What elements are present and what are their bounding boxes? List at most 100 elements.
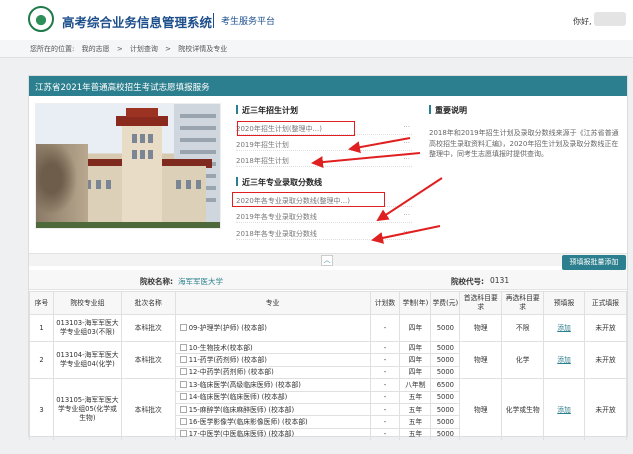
- formal-fill-status: 未开放: [584, 378, 627, 442]
- collapse-bar: ︿: [29, 253, 627, 266]
- major-cell: 17-中医学(中医临床医师) (校本部): [174, 427, 371, 442]
- more-icon: ···: [403, 228, 410, 236]
- tuition: 5000: [430, 314, 461, 342]
- tuition: 5000: [430, 390, 461, 404]
- chevron-up-icon[interactable]: ︿: [321, 255, 333, 266]
- column-header: 预填报: [543, 291, 586, 315]
- column-header: 再选科目要求: [501, 291, 545, 315]
- tuition: 6500: [430, 378, 461, 392]
- plan-count: -: [369, 427, 401, 442]
- column-header: 批次名称: [120, 291, 176, 315]
- breadcrumb: 您所在的位置: 我的志愿 > 计划查询 > 院校详情及专业: [0, 40, 633, 58]
- major-name: 13-临床医学(高级临床医师) (校本部): [188, 380, 301, 389]
- major-group: 013104-海军军医大学专业组04(化学): [52, 340, 122, 380]
- school-info-row: 院校名称: 海军军医大学 院校代号: 0131: [29, 270, 627, 290]
- more-icon: ···: [403, 155, 410, 163]
- panel-title: 江苏省2021年普通高校招生考试志愿填报服务: [29, 76, 627, 96]
- add-prefill-link[interactable]: 添加: [543, 378, 586, 442]
- major-checkbox[interactable]: [179, 368, 187, 376]
- main-panel: 江苏省2021年普通高校招生考试志愿填报服务 近三年招生计划 2020年招生计划…: [28, 75, 628, 442]
- annotation-box-score-2020: [232, 192, 385, 207]
- breadcrumb-my-wishes[interactable]: 我的志愿: [82, 45, 110, 53]
- score-link-2019-label[interactable]: 2019年各专业录取分数线: [236, 213, 317, 221]
- table-header-row: 序号 院校专业组 批次名称 专业 计划数 学制(年) 学费(元) 首选科目要求 …: [29, 291, 627, 315]
- table-row: 3 013105-海军军医大学专业组05(化学或生物) 本科批次 13-临床医学…: [29, 378, 627, 442]
- study-years: 五年: [399, 402, 432, 417]
- major-name: 14-临床医学(临床医师) (校本部): [188, 393, 288, 402]
- second-subject: 化学或生物: [501, 378, 545, 442]
- major-checkbox[interactable]: [179, 343, 187, 351]
- column-header: 序号: [29, 291, 54, 315]
- more-icon: ···: [403, 139, 410, 147]
- major-checkbox[interactable]: [179, 380, 187, 388]
- study-years: 四年: [399, 365, 432, 380]
- plan-link-2019-label[interactable]: 2019年招生计划: [236, 141, 289, 149]
- major-cell: 12-中药学(药剂师) (校本部): [174, 365, 371, 380]
- table-row: 1 013103-海军军医大学专业组03(不限) 本科批次 09-护理学(护师)…: [29, 314, 627, 342]
- batch-prefill-button[interactable]: 预填报批量添加: [562, 255, 626, 270]
- major-name: 11-药学(药剂师) (校本部): [188, 356, 267, 365]
- system-subtitle: 考生服务平台: [221, 17, 276, 27]
- study-years: 四年: [399, 340, 432, 355]
- major-checkbox[interactable]: [179, 430, 187, 438]
- tuition: 5000: [430, 427, 461, 442]
- major-cell: 14-临床医学(临床医师) (校本部): [174, 390, 371, 404]
- major-cell: 10-生物技术(校本部): [174, 340, 371, 355]
- major-cell: 16-医学影像学(临床影像医师) (校本部): [174, 415, 371, 429]
- user-greeting: 你好,: [573, 17, 592, 26]
- breadcrumb-current: 院校详情及专业: [178, 45, 228, 53]
- notice-text: 2018年和2019年招生计划及录取分数线来源于《江苏省普通高校招生录取资料汇编…: [429, 129, 619, 158]
- plan-count: -: [369, 353, 401, 367]
- system-title: 高考综合业务信息管理系统: [62, 15, 213, 30]
- first-subject: 物理: [459, 314, 503, 342]
- study-years: 五年: [399, 415, 432, 429]
- user-name-redacted[interactable]: [594, 12, 626, 26]
- plan-count: -: [369, 340, 401, 355]
- major-cell: 13-临床医学(高级临床医师) (校本部): [174, 378, 371, 392]
- tuition: 5000: [430, 353, 461, 367]
- major-checkbox[interactable]: [179, 356, 187, 364]
- major-checkbox[interactable]: [179, 405, 187, 413]
- school-name-label: 院校名称:: [140, 277, 173, 286]
- tuition: 5000: [430, 415, 461, 429]
- major-name: 15-麻醉学(临床麻醉医师) (校本部): [188, 405, 295, 414]
- plan-count: -: [369, 314, 401, 342]
- study-years: 四年: [399, 314, 432, 342]
- major-checkbox[interactable]: [179, 393, 187, 401]
- major-checkbox[interactable]: [179, 324, 187, 331]
- tuition: 5000: [430, 402, 461, 417]
- breadcrumb-plan-query[interactable]: 计划查询: [130, 45, 158, 53]
- tuition: 5000: [430, 340, 461, 355]
- study-years: 五年: [399, 427, 432, 442]
- column-header: 首选科目要求: [459, 291, 503, 315]
- logo-icon: [28, 6, 54, 32]
- batch-name: 本科批次: [120, 378, 176, 442]
- first-subject: 物理: [459, 340, 503, 380]
- plan-count: -: [369, 365, 401, 380]
- plan-count: -: [369, 402, 401, 417]
- study-years: 五年: [399, 390, 432, 404]
- add-prefill-link[interactable]: 添加: [543, 340, 586, 380]
- score-link-2018-label[interactable]: 2018年各专业录取分数线: [236, 230, 317, 238]
- study-years: 八年制: [399, 378, 432, 392]
- score-link-2019[interactable]: 2019年各专业录取分数线 ···: [236, 209, 412, 223]
- school-code-label: 院校代号:: [451, 277, 484, 286]
- major-name: 12-中药学(药剂师) (校本部): [188, 368, 274, 377]
- row-index: 3: [29, 378, 54, 442]
- column-header: 学制(年): [399, 291, 432, 315]
- major-cell: 09-护理学(护师) (校本部): [174, 314, 371, 342]
- add-prefill-link[interactable]: 添加: [543, 314, 586, 342]
- plan-link-2019[interactable]: 2019年招生计划 ···: [236, 137, 412, 151]
- majors-table: 序号 院校专业组 批次名称 专业 计划数 学制(年) 学费(元) 首选科目要求 …: [29, 291, 627, 442]
- plan-link-2018[interactable]: 2018年招生计划 ···: [236, 153, 412, 167]
- plan-link-2018-label[interactable]: 2018年招生计划: [236, 157, 289, 165]
- major-checkbox[interactable]: [179, 418, 187, 426]
- annotation-box-plan-2020: [237, 121, 355, 136]
- study-years: 四年: [399, 353, 432, 367]
- notice-title: 重要说明: [429, 105, 467, 116]
- column-header: 学费(元): [430, 291, 461, 315]
- score-link-2018[interactable]: 2018年各专业录取分数线 ···: [236, 226, 412, 240]
- plan-count: -: [369, 390, 401, 404]
- title-divider: [213, 13, 214, 28]
- row-index: 1: [29, 314, 54, 342]
